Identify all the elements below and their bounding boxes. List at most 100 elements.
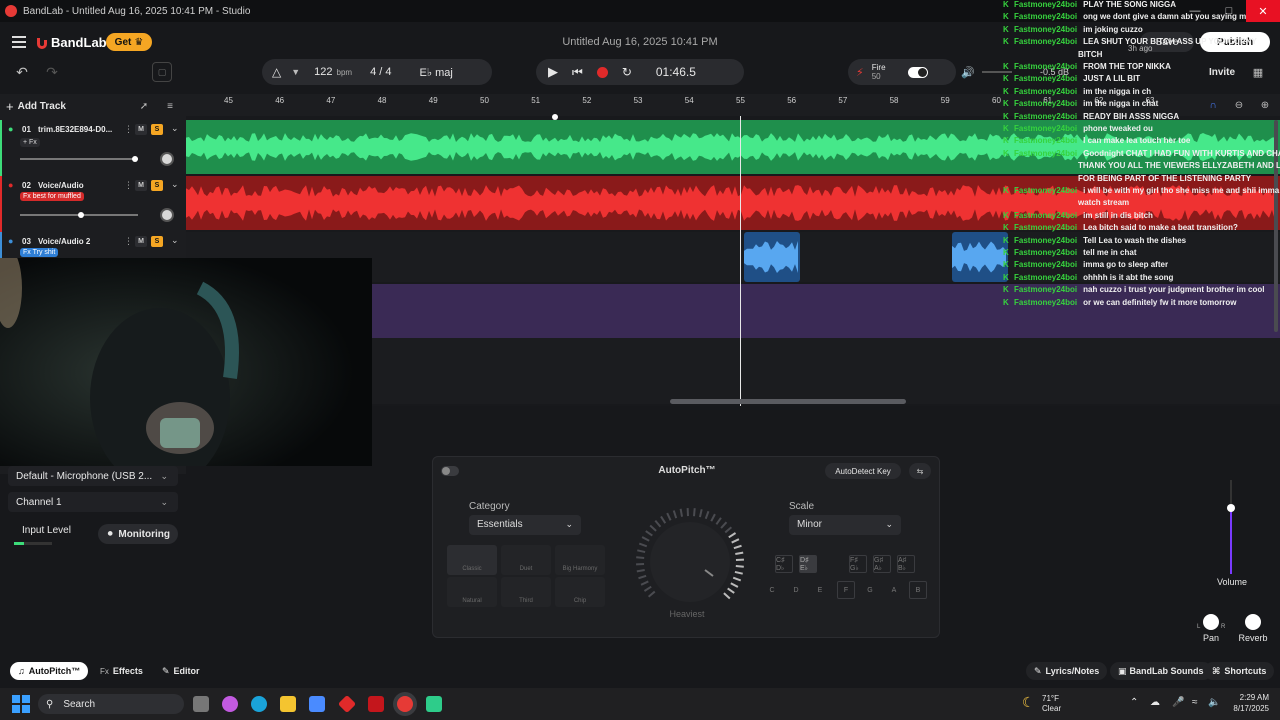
category-dropdown[interactable]: Essentials ⌄: [469, 515, 581, 535]
edge-icon[interactable]: [251, 696, 267, 712]
loop-region-icon[interactable]: ▢: [152, 62, 172, 82]
loop-icon[interactable]: ↻: [622, 65, 632, 79]
windows-start-icon[interactable]: [12, 695, 30, 713]
preset-natural[interactable]: Natural: [447, 577, 497, 607]
metronome-dropdown-icon[interactable]: ▼: [291, 67, 300, 77]
track-name[interactable]: Voice/Audio 2: [38, 237, 90, 246]
track-name[interactable]: Voice/Audio: [38, 181, 84, 190]
mute-button[interactable]: M: [135, 124, 147, 135]
bandlab-sounds-button[interactable]: ▣ BandLab Sounds: [1110, 662, 1212, 680]
store-icon[interactable]: [309, 696, 325, 712]
key-a-sharp[interactable]: A♯ B♭: [897, 555, 915, 573]
cloud-icon[interactable]: ☁: [1150, 697, 1160, 708]
fx-badge[interactable]: Fx Try shit: [20, 248, 59, 257]
pan-knob[interactable]: [160, 152, 174, 166]
metronome-icon[interactable]: △: [272, 65, 281, 79]
key-g[interactable]: G: [861, 581, 879, 599]
horizontal-scrollbar[interactable]: [670, 399, 906, 404]
key-c-sharp[interactable]: C♯ D♭: [775, 555, 793, 573]
key-b[interactable]: B: [909, 581, 927, 599]
key-d-sharp[interactable]: D♯ E♭: [799, 555, 817, 573]
chevron-down-icon[interactable]: ⌄: [171, 235, 179, 246]
track-settings-icon[interactable]: ≡: [162, 98, 178, 114]
chevron-down-icon[interactable]: ⌄: [171, 179, 179, 190]
tab-autopitch[interactable]: ♫ AutoPitch™: [10, 662, 89, 680]
key-d[interactable]: D: [787, 581, 805, 599]
key-a[interactable]: A: [885, 581, 903, 599]
skip-to-start-icon[interactable]: ⏮: [572, 65, 583, 80]
tab-editor[interactable]: ✎ Editor: [154, 662, 208, 680]
add-track-button[interactable]: + Add Track: [6, 97, 78, 115]
bandlab-taskbar-icon[interactable]: [397, 696, 413, 712]
monitoring-button[interactable]: ⚫ Monitoring: [98, 524, 178, 544]
mute-button[interactable]: M: [135, 180, 147, 191]
task-view-icon[interactable]: [193, 696, 209, 712]
key-g-sharp[interactable]: G♯ A♭: [873, 555, 891, 573]
shortcuts-button[interactable]: ⌘ Shortcuts: [1204, 662, 1275, 680]
fx-badge[interactable]: + Fx: [20, 138, 40, 147]
solo-button[interactable]: S: [151, 124, 163, 135]
pan-knob[interactable]: [160, 208, 174, 222]
mute-button[interactable]: M: [135, 236, 147, 247]
autopitch-settings-icon[interactable]: ⇆: [909, 463, 931, 479]
mcafee-icon[interactable]: [368, 696, 384, 712]
bpm-value[interactable]: 122: [314, 66, 332, 78]
pan-knob[interactable]: [1203, 614, 1219, 630]
track-row-2[interactable]: ● 02 Voice/Audio ⋮ M S ⌄ Fx best for muf…: [0, 176, 186, 232]
track-menu-icon[interactable]: ⋮: [124, 180, 133, 191]
project-title[interactable]: Untitled Aug 16, 2025 10:41 PM: [500, 36, 780, 48]
playhead[interactable]: [740, 116, 741, 406]
get-button[interactable]: Get ♛: [106, 33, 152, 51]
volume-fader-track[interactable]: [1227, 480, 1235, 574]
preset-duet[interactable]: Duet: [501, 545, 551, 575]
speaker-icon[interactable]: 🔈: [1208, 697, 1220, 708]
automation-icon[interactable]: ➚: [136, 98, 152, 114]
chevron-down-icon[interactable]: ⌄: [171, 123, 179, 134]
copilot-icon[interactable]: [222, 696, 238, 712]
key-f-sharp[interactable]: F♯ G♭: [849, 555, 867, 573]
track-volume-slider[interactable]: [20, 156, 138, 162]
autopitch-toggle[interactable]: [441, 466, 459, 476]
playhead-marker[interactable]: [552, 114, 558, 120]
record-icon[interactable]: [596, 66, 608, 78]
redo-icon[interactable]: ↷: [42, 62, 62, 82]
wifi-icon[interactable]: ≈: [1192, 697, 1198, 708]
audio-clip[interactable]: [744, 232, 800, 282]
track-volume-slider[interactable]: [20, 212, 138, 218]
preset-big-harmony[interactable]: Big Harmony: [555, 545, 605, 575]
weather-widget[interactable]: 71°F Clear: [1042, 694, 1061, 714]
app-icon[interactable]: [426, 696, 442, 712]
heaviness-knob[interactable]: [633, 505, 747, 619]
microphone-icon[interactable]: 🎤: [1172, 697, 1184, 708]
track-menu-icon[interactable]: ⋮: [124, 236, 133, 247]
show-hidden-icons-icon[interactable]: ⌃: [1130, 697, 1138, 708]
tab-effects[interactable]: Fx Effects: [92, 662, 151, 680]
key-f[interactable]: F: [837, 581, 855, 599]
preset-chip[interactable]: Chip: [555, 577, 605, 607]
clock[interactable]: 2:29 AM 8/17/2025: [1225, 692, 1269, 714]
lyrics-notes-button[interactable]: ✎ Lyrics/Notes: [1026, 662, 1108, 680]
reverb-knob[interactable]: [1245, 614, 1261, 630]
solo-button[interactable]: S: [151, 180, 163, 191]
fire-bar[interactable]: ⚡ Fire 50: [848, 59, 956, 85]
play-icon[interactable]: ▶: [548, 64, 558, 80]
key-e[interactable]: E: [811, 581, 829, 599]
input-device-dropdown[interactable]: Default - Microphone (USB 2... ⌄: [8, 466, 178, 486]
key-selector[interactable]: E♭ maj: [419, 66, 452, 79]
key-c[interactable]: C: [763, 581, 781, 599]
taskbar-search[interactable]: ⚲ Search: [38, 694, 184, 714]
scale-dropdown[interactable]: Minor ⌄: [789, 515, 901, 535]
channel-dropdown[interactable]: Channel 1 ⌄: [8, 492, 178, 512]
time-signature[interactable]: 4 / 4: [370, 66, 391, 78]
track-name[interactable]: trim.8E32E894-D0...: [38, 125, 112, 134]
undo-icon[interactable]: ↶: [12, 62, 32, 82]
track-menu-icon[interactable]: ⋮: [124, 124, 133, 135]
fire-toggle[interactable]: [907, 66, 928, 78]
master-volume-icon[interactable]: 🔊: [960, 64, 976, 80]
file-explorer-icon[interactable]: [280, 696, 296, 712]
fx-badge[interactable]: Fx best for muffled: [20, 192, 84, 201]
preset-classic[interactable]: Classic: [447, 545, 497, 575]
bandlab-logo[interactable]: BandLab: [34, 35, 107, 50]
menu-icon[interactable]: [12, 36, 26, 48]
preset-third[interactable]: Third: [501, 577, 551, 607]
